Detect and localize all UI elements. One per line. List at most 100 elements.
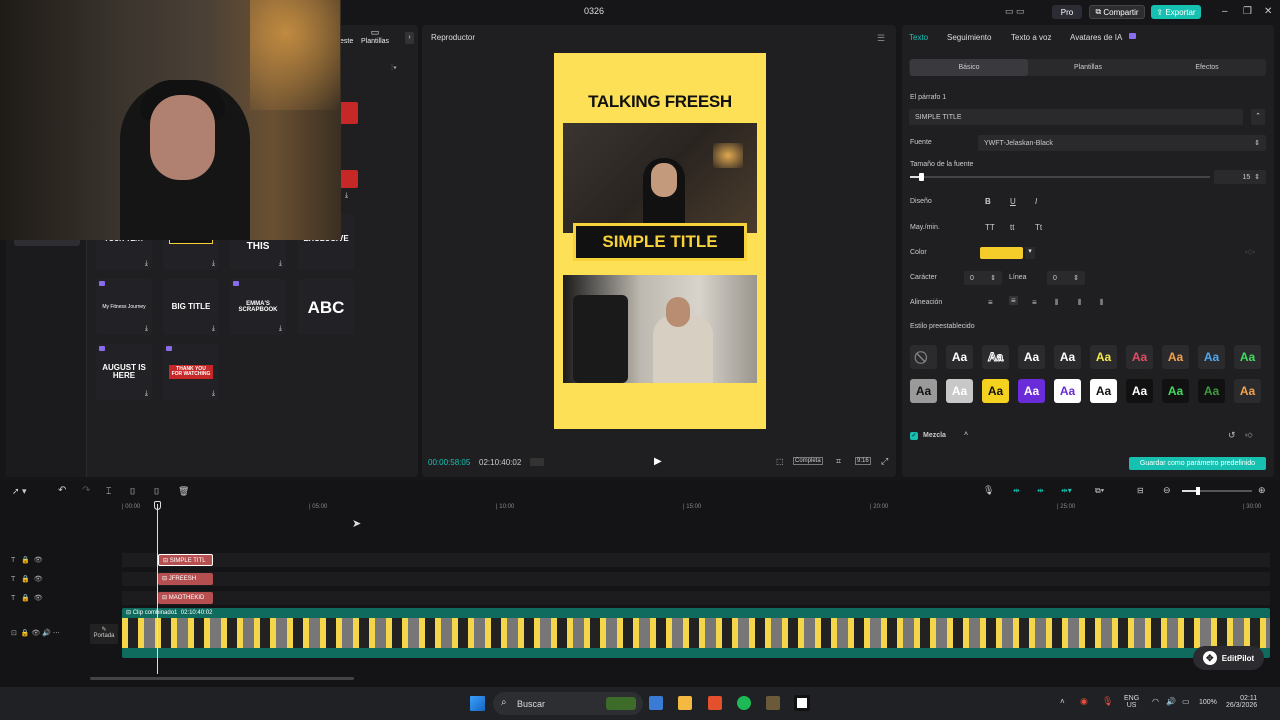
spotify-icon[interactable] bbox=[737, 696, 751, 710]
color-swatch[interactable] bbox=[980, 247, 1023, 259]
volume-icon[interactable]: 🔊 bbox=[1166, 697, 1176, 706]
playhead-handle[interactable] bbox=[154, 501, 161, 510]
italic-icon[interactable]: I bbox=[1035, 197, 1037, 206]
tab-ai-avatars[interactable]: Avatares de IA bbox=[1070, 33, 1122, 42]
preset-style[interactable]: Aa bbox=[1234, 379, 1261, 403]
template-abc[interactable]: ABC bbox=[298, 279, 354, 335]
link-icon[interactable]: ⇹ bbox=[1037, 486, 1044, 495]
template-august[interactable]: AUGUST IS HERE ⤓ bbox=[96, 344, 152, 400]
track-controls-1[interactable]: T 🔒 👁 bbox=[11, 556, 43, 564]
preset-none-icon[interactable]: ⃠ bbox=[910, 345, 937, 369]
minimize-icon[interactable]: – bbox=[1222, 6, 1228, 17]
align-center-icon[interactable]: ≡ bbox=[1009, 296, 1018, 305]
font-size-slider[interactable] bbox=[910, 176, 1210, 178]
chevron-up-icon[interactable]: ˄ bbox=[1060, 697, 1065, 706]
download-icon[interactable]: ⤓ bbox=[212, 260, 215, 268]
template-thank-you[interactable]: THANK YOU FOR WATCHING ⤓ bbox=[163, 344, 219, 400]
subtab-effects[interactable]: Efectos bbox=[1148, 59, 1266, 76]
preset-style[interactable]: Aa bbox=[1054, 345, 1081, 369]
select-tool-icon[interactable]: ➚ ▾ bbox=[12, 486, 27, 497]
caption-icon[interactable]: ⊟ bbox=[1137, 486, 1144, 495]
screenshot-icon[interactable]: ⌗ bbox=[836, 456, 841, 467]
maximize-icon[interactable]: ❐ bbox=[1243, 6, 1252, 17]
preset-style[interactable]: Aa bbox=[1198, 379, 1225, 403]
magnet-icon[interactable]: ⇹ bbox=[1013, 486, 1020, 495]
preset-style[interactable]: Aa bbox=[910, 379, 937, 403]
preset-style[interactable]: Aa bbox=[1018, 345, 1045, 369]
simple-title-overlay[interactable]: SIMPLE TITLE bbox=[573, 223, 747, 261]
microphone-icon[interactable]: 🎙 bbox=[983, 485, 994, 496]
chevron-right-icon[interactable]: › bbox=[405, 32, 414, 44]
zoom-out-icon[interactable]: ⊖ bbox=[1163, 485, 1171, 496]
layout-icon[interactable]: ▭ ▭ bbox=[1005, 6, 1025, 17]
align-tracks-icon[interactable]: ⧉▾ bbox=[1095, 486, 1104, 496]
zoom-handle[interactable] bbox=[1196, 487, 1200, 495]
fullscreen-icon[interactable]: ⤢ bbox=[881, 456, 888, 467]
close-icon[interactable]: ✕ bbox=[1264, 6, 1272, 17]
reset-icon[interactable]: ↺ bbox=[1228, 430, 1236, 441]
chevron-up-icon[interactable]: ˄ bbox=[964, 431, 968, 438]
tab-text-to-speech[interactable]: Texto a voz bbox=[1011, 33, 1051, 42]
preset-style[interactable]: Aa bbox=[1018, 379, 1045, 403]
bold-icon[interactable]: B bbox=[985, 197, 991, 206]
trim-left-icon[interactable]: ⌷ bbox=[130, 486, 135, 497]
font-select[interactable]: YWFT-Jelaskan-Black ⇕ bbox=[978, 135, 1266, 151]
preset-style[interactable]: Aa bbox=[1126, 345, 1153, 369]
recording-icon[interactable]: ◉ bbox=[1080, 696, 1088, 707]
font-size-stepper[interactable]: 15 ⇕ bbox=[1214, 170, 1266, 184]
save-preset-button[interactable]: Guardar como parámetro predefinido bbox=[1129, 457, 1266, 470]
template-big-title[interactable]: BIG TITLE ⤓ bbox=[163, 279, 219, 335]
preset-style[interactable]: Aa bbox=[1126, 379, 1153, 403]
download-icon[interactable]: ⤓ bbox=[345, 192, 348, 200]
subtab-templates[interactable]: Plantillas bbox=[1029, 59, 1147, 76]
preset-style[interactable]: Aa bbox=[946, 345, 973, 369]
font-size-slider-handle[interactable] bbox=[919, 173, 924, 181]
keyframe-icon[interactable]: ‹◇› bbox=[1245, 248, 1255, 256]
titlecase-option[interactable]: Tt bbox=[1035, 223, 1042, 232]
windows-start-icon[interactable] bbox=[470, 696, 485, 711]
pro-button[interactable]: Pro bbox=[1052, 5, 1082, 19]
align-right-icon[interactable]: ≡ bbox=[1032, 298, 1037, 307]
battery-icon[interactable]: ▭ bbox=[1182, 697, 1190, 706]
brave-icon[interactable] bbox=[708, 696, 722, 710]
preset-style[interactable]: Aa bbox=[1090, 345, 1117, 369]
align-left-icon[interactable]: ≡ bbox=[988, 298, 993, 307]
track-controls-2[interactable]: T 🔒 👁 bbox=[11, 575, 43, 583]
crop-icon[interactable]: ⬚ bbox=[776, 457, 784, 466]
tab-tracking[interactable]: Seguimiento bbox=[947, 33, 991, 42]
preset-style[interactable]: Aa bbox=[982, 345, 1009, 369]
app-icon[interactable] bbox=[766, 696, 780, 710]
align-top-icon[interactable]: ⦀ bbox=[1055, 298, 1059, 308]
capcut-icon[interactable] bbox=[794, 695, 810, 711]
align-bottom-icon[interactable]: ⦀ bbox=[1100, 298, 1104, 308]
playhead[interactable] bbox=[157, 504, 158, 674]
export-button[interactable]: ⇪ Exportar bbox=[1151, 5, 1201, 19]
collapse-icon[interactable]: ⌃ bbox=[1251, 109, 1265, 125]
preset-style[interactable]: Aa bbox=[1162, 345, 1189, 369]
preset-style[interactable]: Aa bbox=[1090, 379, 1117, 403]
preview-axis-icon[interactable]: ⇹▾ bbox=[1061, 486, 1072, 495]
delete-icon[interactable]: 🗑 bbox=[178, 486, 189, 497]
editpilot-button[interactable]: ✥ EditPilot bbox=[1193, 646, 1264, 670]
char-stepper[interactable]: 0 ⇕ bbox=[964, 271, 1002, 285]
download-icon[interactable]: ⤓ bbox=[145, 260, 148, 268]
underline-icon[interactable]: U bbox=[1010, 197, 1016, 206]
template-scrapbook[interactable]: EMMA'S SCRAPBOOK ⤓ bbox=[230, 279, 286, 335]
align-middle-icon[interactable]: ⦀ bbox=[1078, 298, 1082, 308]
template-partial-2[interactable] bbox=[338, 170, 358, 188]
share-button[interactable]: ⧉ Compartir bbox=[1089, 5, 1145, 19]
split-icon[interactable]: ⌶ bbox=[106, 486, 111, 497]
paragraph-field[interactable]: SIMPLE TITLE bbox=[909, 109, 1243, 125]
track-controls-3[interactable]: T 🔒 👁 bbox=[11, 594, 43, 602]
complete-button[interactable]: Completa bbox=[793, 457, 823, 465]
tab-text[interactable]: Texto bbox=[909, 33, 928, 42]
download-icon[interactable]: ⤓ bbox=[145, 390, 148, 398]
timecode-toggle[interactable] bbox=[530, 458, 544, 466]
chevron-down-icon[interactable]: ▾ bbox=[1025, 247, 1035, 259]
trim-right-icon[interactable]: ⌷ bbox=[154, 486, 159, 497]
store-icon[interactable] bbox=[649, 696, 663, 710]
clock[interactable]: 02:11 26/3/2026 bbox=[1226, 695, 1257, 709]
lowercase-option[interactable]: tt bbox=[1010, 223, 1014, 232]
download-icon[interactable]: ⤓ bbox=[279, 260, 282, 268]
clip-jfreesh[interactable]: ⊟ JFREESH bbox=[158, 573, 213, 585]
